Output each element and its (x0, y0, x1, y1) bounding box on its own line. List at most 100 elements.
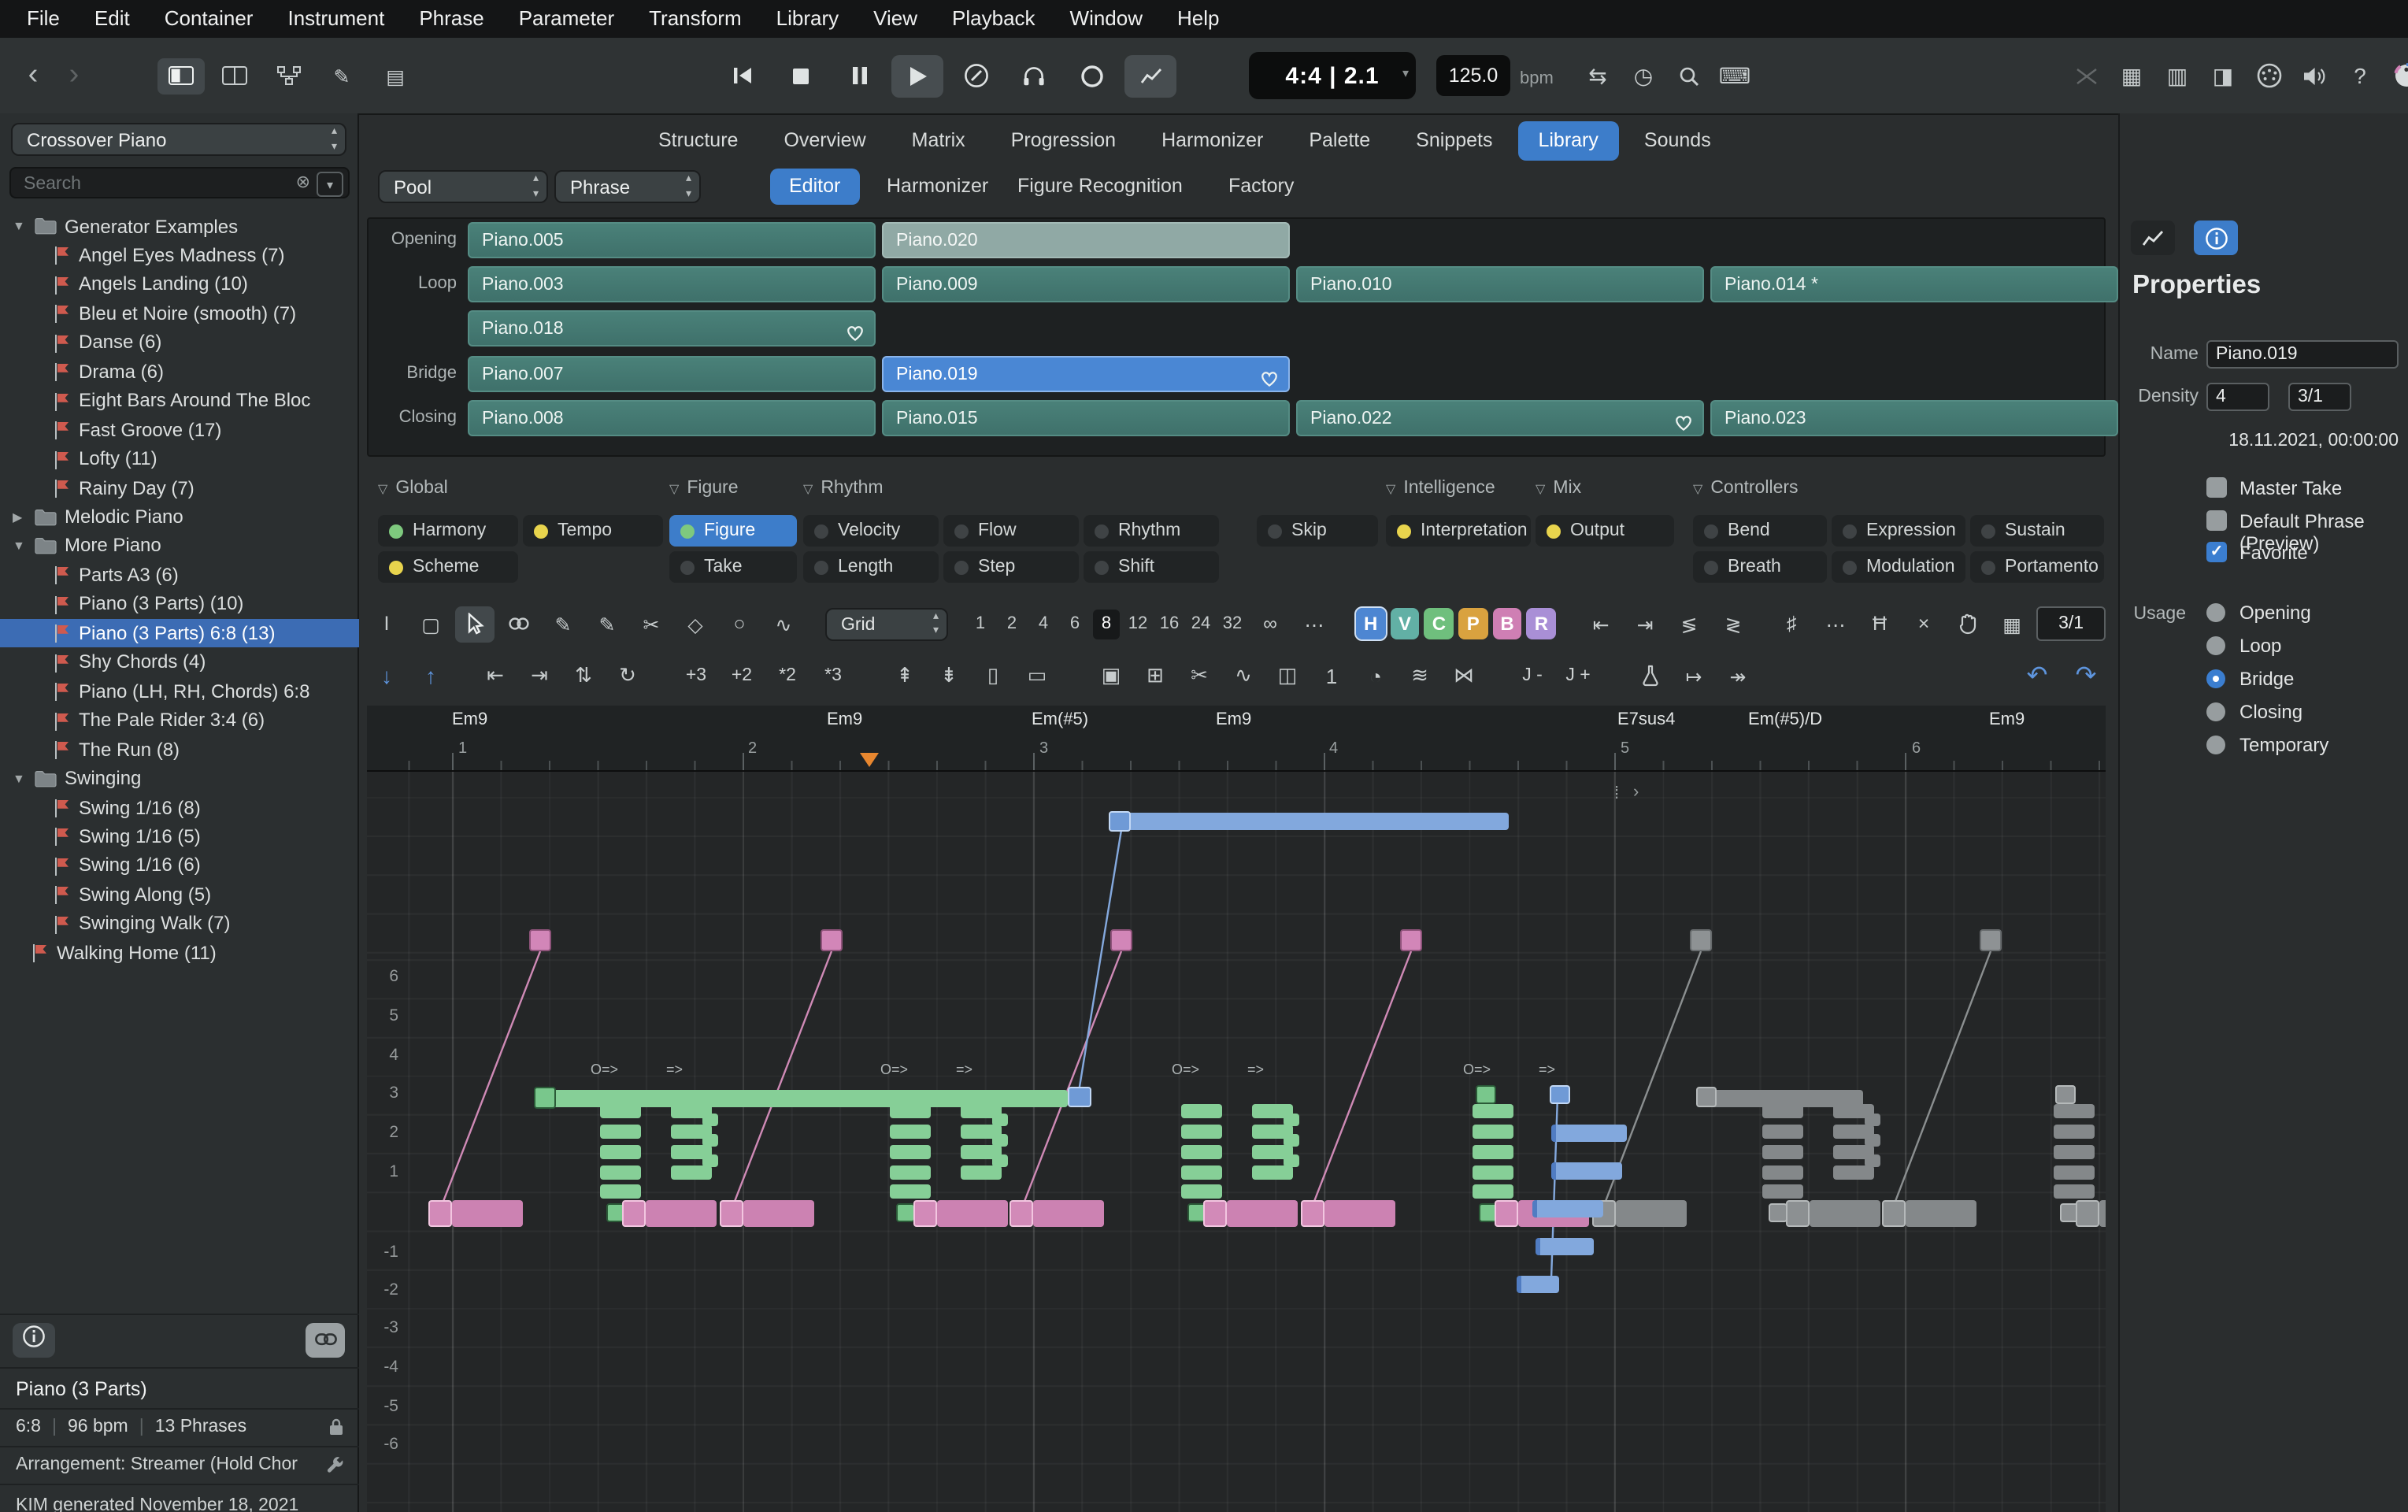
rack-columns-button[interactable]: ▥ (2158, 57, 2197, 94)
chord-label[interactable]: Em9 (1989, 710, 2025, 729)
cycle-button[interactable]: ↻ (608, 658, 647, 694)
hand-drag-button[interactable] (1948, 606, 1988, 642)
tree-item[interactable]: Angels Landing (10) (0, 271, 359, 299)
tab-harmonizer[interactable]: Harmonizer (1141, 121, 1284, 161)
note-segment[interactable] (2054, 1145, 2095, 1159)
layer-r-button[interactable]: R (1527, 608, 1556, 639)
phrase-graph-toggle[interactable] (2131, 220, 2175, 255)
export-pool-button[interactable]: ↠ (1718, 658, 1758, 694)
frame-button[interactable]: ▣ (1091, 658, 1131, 694)
search-clear-icon[interactable]: ⊗ (296, 172, 310, 192)
tab-library[interactable]: Library (1517, 121, 1618, 161)
param-figure[interactable]: Figure (669, 515, 797, 547)
density-ratio-input[interactable] (2288, 383, 2351, 411)
param-scheme[interactable]: Scheme (378, 551, 518, 583)
note-segment[interactable] (2076, 1200, 2099, 1227)
join-button[interactable]: ⋈ (1444, 658, 1484, 694)
infinite-length-button[interactable]: ∞ (1250, 606, 1290, 642)
note-segment[interactable] (671, 1166, 712, 1180)
menu-container[interactable]: Container (147, 0, 271, 38)
param-group-global[interactable]: ▽Global (378, 479, 448, 498)
param-group-controllers[interactable]: ▽Controllers (1693, 479, 1799, 498)
note-segment[interactable] (2054, 1184, 2095, 1199)
monitor-button[interactable] (1008, 54, 1060, 97)
note-segment[interactable] (1010, 1200, 1033, 1227)
note-segment[interactable] (1698, 1090, 1863, 1107)
nav-back-button[interactable]: ‹ (16, 57, 50, 94)
side-panel-button[interactable]: ◨ (2203, 57, 2243, 94)
jump-plus-button[interactable]: J + (1558, 660, 1599, 691)
note-segment[interactable] (992, 1114, 1008, 1126)
note-segment[interactable] (1865, 1114, 1880, 1126)
tree-item[interactable]: Piano (3 Parts) 6:8 (13) (0, 620, 359, 648)
dotted-note-button[interactable]: ⋯ (1295, 606, 1334, 642)
checkbox-default-phrase-preview-[interactable] (2206, 510, 2227, 531)
note-segment[interactable] (1550, 1085, 1570, 1104)
disclosure-closed-icon[interactable]: ▶ (13, 510, 22, 524)
help-button[interactable]: ? (2340, 57, 2380, 94)
tab-palette[interactable]: Palette (1288, 121, 1391, 161)
flow-monitor-button[interactable] (1124, 54, 1176, 97)
tree-item[interactable]: Parts A3 (6) (0, 561, 359, 590)
phrase-cell[interactable]: Piano.010 (1296, 266, 1704, 302)
transpose-plus3[interactable]: +3 (676, 660, 717, 691)
note-segment[interactable] (1810, 1200, 1880, 1227)
disclosure-open-icon[interactable]: ▼ (13, 219, 25, 233)
zoom-button[interactable] (1669, 57, 1709, 94)
swap-button[interactable]: ⇅ (564, 658, 603, 694)
note-segment[interactable] (1473, 1104, 1513, 1118)
jump-minus-button[interactable]: J - (1512, 660, 1553, 691)
note-segment[interactable] (452, 1200, 523, 1227)
tree-item[interactable]: Danse (6) (0, 329, 359, 358)
tree-folder[interactable]: ▼More Piano (0, 532, 359, 561)
note-segment[interactable] (1181, 1166, 1222, 1180)
note-segment[interactable] (1762, 1166, 1803, 1180)
tree-item[interactable]: Swing 1/16 (6) (0, 852, 359, 880)
note-segment[interactable] (890, 1125, 931, 1139)
note-segment[interactable] (1536, 1238, 1594, 1255)
column-split-button[interactable]: ◫ (1268, 658, 1307, 694)
note-segment[interactable] (1181, 1104, 1222, 1118)
note-segment[interactable] (1284, 1134, 1299, 1147)
link-button[interactable] (306, 1323, 345, 1358)
order-asc-button[interactable]: ≶ (1669, 606, 1709, 642)
info-button[interactable] (13, 1323, 55, 1358)
note-segment[interactable] (702, 1134, 718, 1147)
note-segment[interactable] (1227, 1200, 1298, 1227)
stop-button[interactable] (775, 54, 827, 97)
wrench-icon[interactable] (326, 1454, 345, 1482)
param-output[interactable]: Output (1536, 515, 1674, 547)
more-options-button[interactable]: ⋯ (1816, 606, 1855, 642)
chord-label[interactable]: Em9 (1216, 710, 1251, 729)
roll-expand-arrow[interactable]: › (1633, 783, 1639, 802)
param-skip[interactable]: Skip (1257, 515, 1378, 547)
tree-folder[interactable]: ▶Melodic Piano (0, 503, 359, 532)
note-segment[interactable] (1762, 1184, 1803, 1199)
musical-keyboard-button[interactable]: ⌨ (1715, 57, 1754, 94)
note-segment[interactable] (1181, 1125, 1222, 1139)
tab-matrix[interactable]: Matrix (891, 121, 986, 161)
phrase-cell[interactable]: Piano.018 (468, 310, 876, 346)
menu-instrument[interactable]: Instrument (270, 0, 402, 38)
tree-item[interactable]: Shy Chords (4) (0, 649, 359, 677)
chord-label[interactable]: Em(#5) (1032, 710, 1088, 729)
piano-roll[interactable]: 654321-1-2-3-4-5-6O=>=>O=>=>O=>=>O=>=>⁞› (367, 772, 2106, 1512)
note-segment[interactable] (2054, 1166, 2095, 1180)
chord-label[interactable]: Em(#5)/D (1748, 710, 1822, 729)
smooth-button[interactable]: ≋ (1400, 658, 1439, 694)
menu-playback[interactable]: Playback (935, 0, 1053, 38)
timeline-ruler[interactable]: 123456 (367, 737, 2106, 772)
lock-icon[interactable] (328, 1416, 345, 1444)
note-segment[interactable] (646, 1200, 717, 1227)
phrase-cell[interactable]: Piano.009 (882, 266, 1290, 302)
menu-phrase[interactable]: Phrase (402, 0, 501, 38)
note-segment[interactable] (1284, 1114, 1299, 1126)
note-segment[interactable] (600, 1125, 641, 1139)
note-segment[interactable] (1616, 1200, 1687, 1227)
param-velocity[interactable]: Velocity (803, 515, 939, 547)
menu-file[interactable]: File (9, 0, 77, 38)
param-expression[interactable]: Expression (1832, 515, 1965, 547)
layout-split-button[interactable] (211, 57, 258, 94)
search-input[interactable] (20, 170, 263, 198)
tree-folder[interactable]: ▼Swinging (0, 765, 359, 793)
